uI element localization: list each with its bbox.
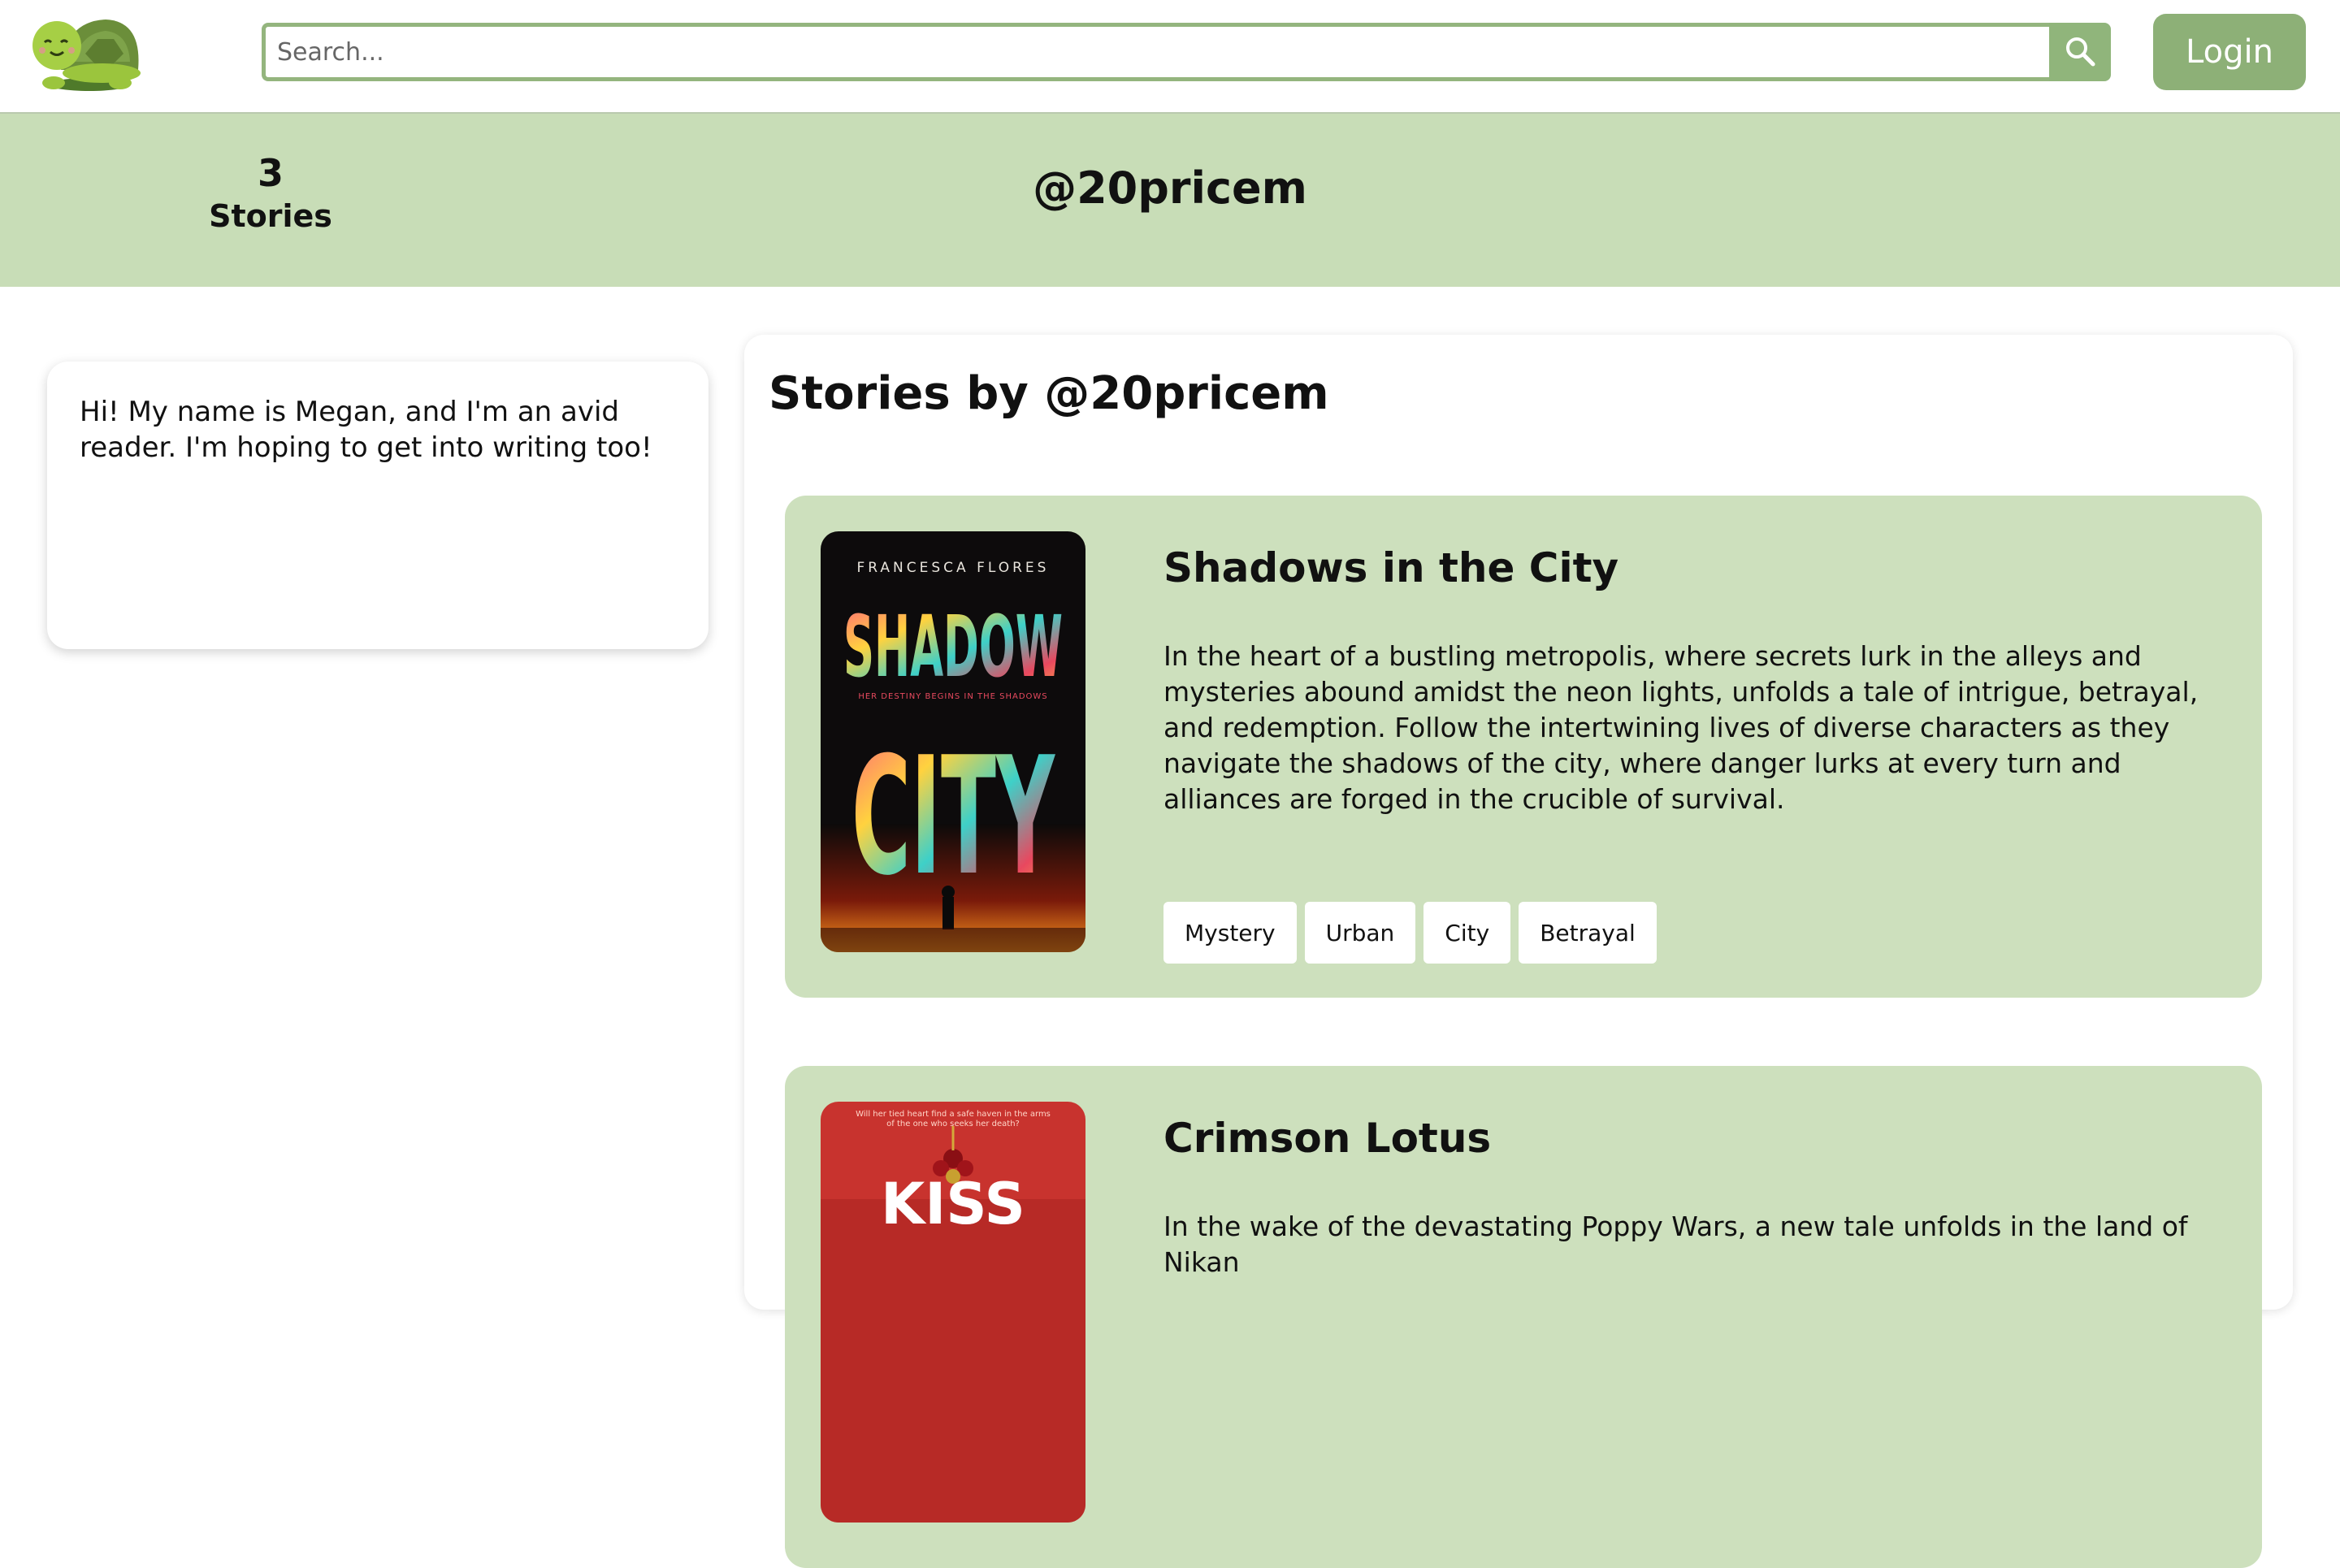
tag-mystery[interactable]: Mystery — [1164, 902, 1297, 964]
story-count: 3 Stories — [189, 150, 352, 236]
profile-banner: 3 Stories @20pricem — [0, 114, 2340, 287]
search-input[interactable] — [262, 23, 2049, 81]
story-cover-image[interactable]: FRANCESCA FLORES SHADOW HER DESTINY BEGI… — [821, 531, 1086, 952]
story-card[interactable]: FRANCESCA FLORES SHADOW HER DESTINY BEGI… — [785, 496, 2262, 998]
tag-urban[interactable]: Urban — [1304, 902, 1416, 964]
tag-city[interactable]: City — [1424, 902, 1511, 964]
bio-text: Hi! My name is Megan, and I'm an avid re… — [80, 396, 652, 464]
search-icon — [2064, 35, 2096, 70]
story-count-label: Stories — [209, 198, 332, 234]
bio-card: Hi! My name is Megan, and I'm an avid re… — [47, 362, 708, 649]
search-button[interactable] — [2049, 23, 2111, 81]
cover-author-text: FRANCESCA FLORES — [857, 560, 1050, 576]
cover-title-fragment: KISS — [881, 1171, 1025, 1237]
stories-panel: Stories by @20pricem FRANCESCA FLORES SH… — [744, 335, 2293, 1568]
cover-title-line2: CITY — [852, 722, 1055, 912]
profile-username: @20pricem — [1033, 162, 1307, 214]
story-tags: Mystery Urban City Betrayal — [1164, 902, 1657, 964]
top-navigation-bar: Login — [0, 0, 2340, 114]
tag-betrayal[interactable]: Betrayal — [1519, 902, 1657, 964]
login-button[interactable]: Login — [2153, 14, 2306, 90]
story-description: In the heart of a bustling metropolis, w… — [1164, 640, 2199, 815]
turtle-logo-icon[interactable] — [24, 13, 146, 94]
stories-heading: Stories by @20pricem — [769, 367, 1329, 420]
story-count-number: 3 — [257, 151, 284, 195]
story-description: In the wake of the devastating Poppy War… — [1164, 1211, 2188, 1278]
story-title[interactable]: Shadows in the City — [1164, 544, 1618, 591]
search-bar — [262, 23, 2111, 81]
story-cover-image[interactable]: Will her tied heart find a safe haven in… — [821, 1102, 1086, 1523]
story-card[interactable]: Will her tied heart find a safe haven in… — [785, 1066, 2262, 1568]
cover-title-line1: SHADOW — [843, 597, 1063, 696]
cover-tagline: HER DESTINY BEGINS IN THE SHADOWS — [858, 692, 1047, 701]
story-title[interactable]: Crimson Lotus — [1164, 1115, 1491, 1162]
